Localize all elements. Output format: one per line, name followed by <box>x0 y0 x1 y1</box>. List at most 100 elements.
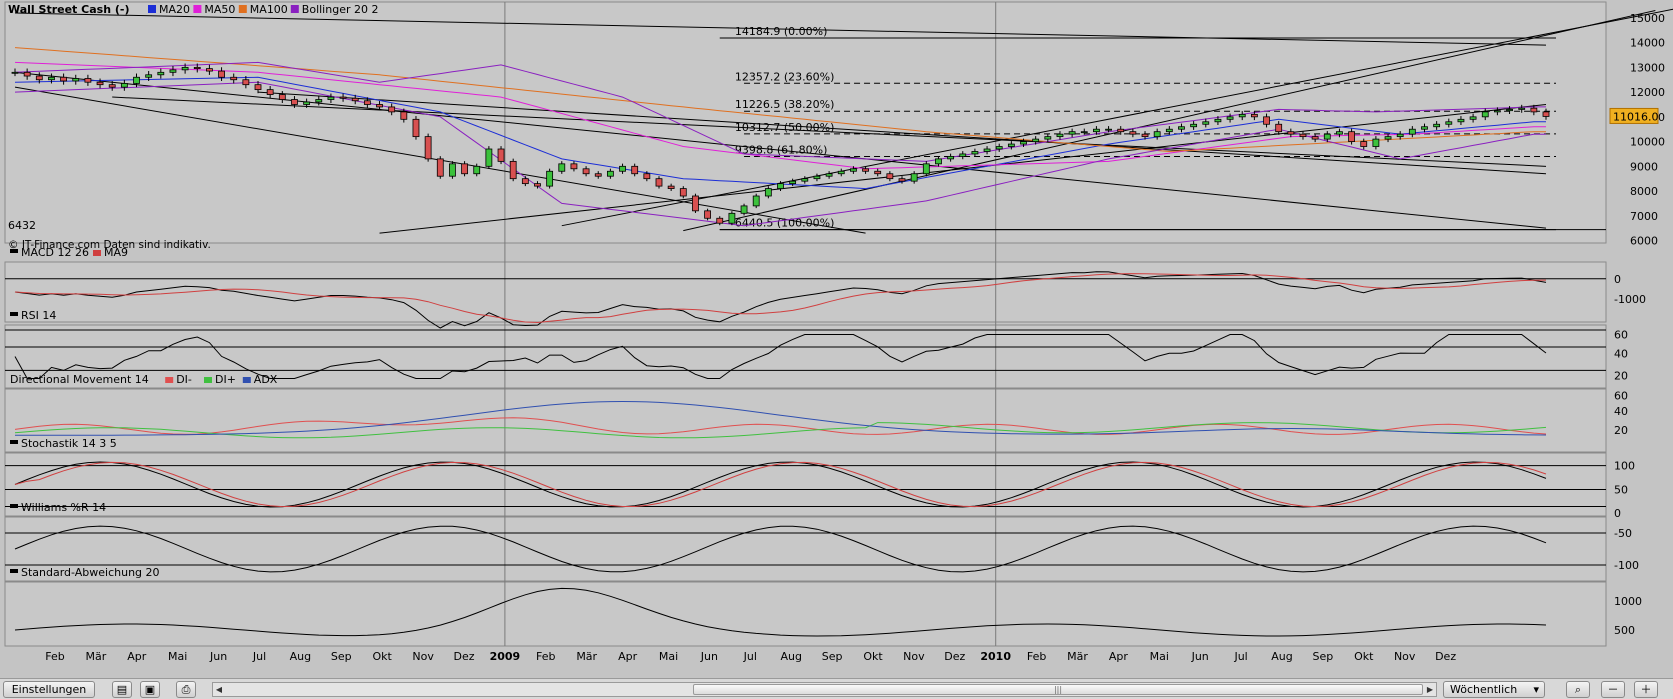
candle-down <box>1311 136 1319 140</box>
indicator-tick-label: -100 <box>1614 559 1639 572</box>
candle-down <box>1530 107 1538 113</box>
price-tick-label: 6000 <box>1630 235 1658 248</box>
month-label: Aug <box>290 650 311 663</box>
candle-down <box>1287 131 1295 135</box>
candle-down <box>84 78 92 83</box>
scrollbar-thumb[interactable]: ||| <box>693 684 1423 695</box>
month-label: Jul <box>743 650 757 663</box>
month-label: Jul <box>1233 650 1247 663</box>
indicator-swatch <box>10 249 18 253</box>
candle-down <box>582 168 590 175</box>
candle-up <box>1518 107 1526 110</box>
month-label: Aug <box>780 650 801 663</box>
candle-down <box>60 76 68 82</box>
indicator-swatch <box>10 440 18 444</box>
month-label: Sep <box>1313 650 1334 663</box>
candle-up <box>1105 128 1112 131</box>
price-tick-label: 12000 <box>1630 86 1665 99</box>
candle-up <box>983 148 991 152</box>
candle-up <box>1408 128 1416 135</box>
month-label: Feb <box>536 650 555 663</box>
candle-down <box>521 178 529 185</box>
price-tick-label: 14000 <box>1630 37 1665 50</box>
month-label: Jun <box>209 650 227 663</box>
candle-up <box>1372 138 1380 147</box>
zoom-out-icon[interactable]: － <box>1601 681 1625 698</box>
legend-swatch <box>290 5 299 13</box>
zoom-in-icon[interactable]: ＋ <box>1634 681 1658 698</box>
save-icon[interactable]: ▣ <box>140 681 160 698</box>
candle-up <box>1336 131 1343 135</box>
candle-up <box>1238 113 1246 118</box>
interval-select[interactable]: Wöchentlich ▾ <box>1443 681 1545 698</box>
candle-up <box>169 69 177 73</box>
candle-down <box>461 163 468 175</box>
legend-label: MA50 <box>204 3 235 16</box>
scroll-left-icon[interactable]: ◀ <box>213 684 225 695</box>
month-label: Nov <box>1394 650 1416 663</box>
candle-down <box>1299 133 1307 138</box>
stock-chart[interactable]: Feb Mär Apr Mai Jun Jul Aug Sep Okt Nov Dez 2009 Feb… <box>0 0 1673 678</box>
month-label: Nov <box>903 650 925 663</box>
candle-down <box>874 170 882 175</box>
candle-down <box>339 96 347 99</box>
current-price-value: 11016.0 <box>1613 110 1659 123</box>
indicator-tick-label: -50 <box>1614 527 1632 540</box>
candle-up <box>850 168 857 172</box>
year-label: 2009 <box>490 650 521 663</box>
candle-up <box>1214 118 1222 123</box>
candle-up <box>546 170 554 187</box>
month-label: Dez <box>453 650 474 663</box>
price-tick-label: 7000 <box>1630 210 1658 223</box>
candle-up <box>327 96 335 100</box>
zoom-fit-icon[interactable]: ⌕ <box>1566 681 1590 698</box>
candle-up <box>801 178 809 182</box>
indicators-icon[interactable]: ▤ <box>112 681 132 698</box>
candle-up <box>1493 110 1501 113</box>
settings-button[interactable]: Einstellungen <box>3 681 95 698</box>
print-icon[interactable]: ⎙ <box>176 681 196 698</box>
candle-down <box>291 99 298 105</box>
candle-up <box>1044 136 1052 140</box>
candle-up <box>1384 136 1392 140</box>
candle-down <box>412 118 420 138</box>
candle-up <box>947 156 955 160</box>
candle-down <box>631 165 639 175</box>
month-label: Mär <box>576 650 597 663</box>
candle-up <box>1178 126 1185 130</box>
price-tick-label: 9000 <box>1630 160 1658 173</box>
scroll-right-icon[interactable]: ▶ <box>1424 684 1436 695</box>
candle-up <box>764 188 772 197</box>
candle-down <box>363 100 371 105</box>
indicator-swatch <box>10 569 18 573</box>
chart-area[interactable]: Feb Mär Apr Mai Jun Jul Aug Sep Okt Nov Dez 2009 Feb… <box>0 0 1673 678</box>
month-label: Mär <box>1067 650 1088 663</box>
month-label: Nov <box>412 650 434 663</box>
indicator-swatch <box>242 377 251 383</box>
candle-down <box>1263 116 1270 125</box>
candle-down <box>376 104 383 108</box>
indicator-tick-label: 40 <box>1614 405 1628 418</box>
fib-level-label: 12357.2 (23.60%) <box>735 70 835 83</box>
candle-down <box>643 173 651 180</box>
candle-down <box>1542 111 1550 117</box>
month-label: Jun <box>1191 650 1209 663</box>
candle-up <box>1469 116 1477 120</box>
time-scrollbar[interactable]: ◀ ||| ▶ <box>212 682 1437 697</box>
price-tick-label: 8000 <box>1630 185 1658 198</box>
candle-up <box>740 205 748 214</box>
fib-level-label: 14184.9 (0.00%) <box>735 25 828 38</box>
candle-up <box>825 173 833 177</box>
indicator-tick-label: 100 <box>1614 460 1635 473</box>
chevron-down-icon: ▾ <box>1533 683 1539 696</box>
candle-down <box>96 81 104 86</box>
month-label: Okt <box>863 650 883 663</box>
candle-up <box>72 78 80 82</box>
price-tick-label: 13000 <box>1630 61 1665 74</box>
candle-down <box>218 70 225 78</box>
year-label: 2010 <box>980 650 1011 663</box>
legend-swatch <box>193 5 202 13</box>
candle-up <box>995 146 1003 150</box>
indicator-swatch <box>93 250 101 256</box>
candle-up <box>120 83 128 88</box>
